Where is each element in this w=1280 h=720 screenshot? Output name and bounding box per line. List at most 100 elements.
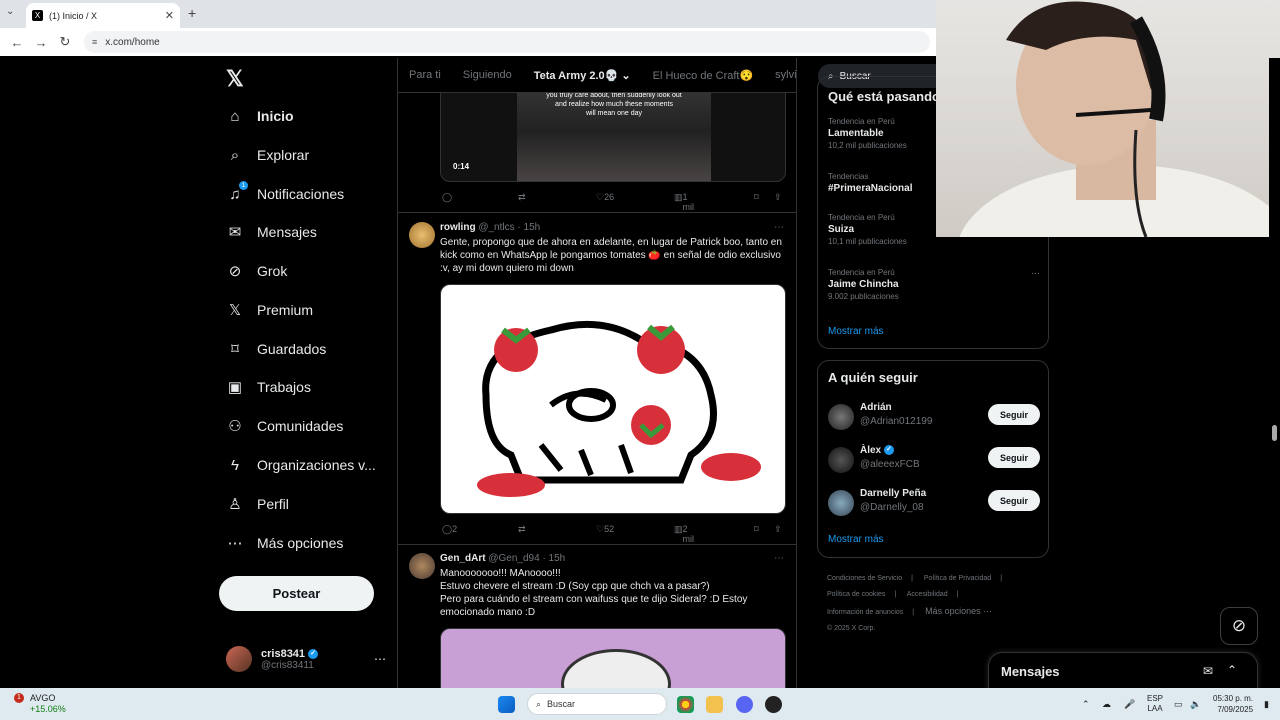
trends-show-more-link[interactable]: Mostrar más <box>828 326 884 337</box>
follow-row[interactable]: Darnelly Peña @Darnelly_08 Seguir <box>828 488 1040 518</box>
more-icon[interactable]: ⋯ <box>774 222 784 233</box>
clock-time: 05:30 p. m. <box>1213 694 1254 703</box>
tweet-author-name[interactable]: Gen_dArt <box>440 553 486 564</box>
stock-widget[interactable]: 1 AVGO +15.06% <box>14 688 66 720</box>
nav-item-grok[interactable]: ⊘ Grok <box>226 255 288 287</box>
chevron-down-icon[interactable]: ⌄ <box>621 70 630 82</box>
views-icon[interactable]: ▥ 1 mil <box>674 192 694 212</box>
tweet-author-name[interactable]: rowling <box>440 222 476 233</box>
bookmark-icon[interactable]: ⌑ <box>754 192 759 203</box>
tab-teta-army[interactable]: Teta Army 2.0💀 ⌄ <box>534 69 631 82</box>
tweet-author-handle[interactable]: @_ntlcs <box>478 222 514 233</box>
account-switcher[interactable]: cris8341 ✓ @cris83411 ⋯ <box>226 643 386 675</box>
volume-icon[interactable]: 🔈 <box>1190 688 1201 720</box>
footer-more-options[interactable]: Más opciones ··· <box>925 606 992 616</box>
tab-sylville[interactable]: sylville <box>775 69 796 81</box>
footer-link[interactable]: Política de cookies <box>827 591 885 598</box>
close-tab-icon[interactable]: ✕ <box>165 9 174 22</box>
scrollbar[interactable] <box>1269 58 1280 688</box>
follow-button[interactable]: Seguir <box>988 447 1040 468</box>
stock-change: +15.06% <box>30 704 66 714</box>
trend-count: 10,1 mil publicaciones <box>828 237 907 246</box>
x-logo[interactable]: 𝕏 <box>226 66 244 92</box>
more-icon[interactable]: ⋯ <box>774 553 784 564</box>
follow-button[interactable]: Seguir <box>988 490 1040 511</box>
post-button[interactable]: Postear <box>219 576 374 611</box>
tweet-time[interactable]: · 15h <box>517 222 540 233</box>
tweet-image[interactable] <box>440 284 786 514</box>
new-tab-button[interactable]: + <box>188 5 196 21</box>
nav-item-premium[interactable]: 𝕏 Premium <box>226 294 313 326</box>
reply-icon[interactable]: ◯ <box>442 192 452 203</box>
like-icon[interactable]: ♡ 52 <box>596 524 614 535</box>
webcam-person <box>959 1 1280 237</box>
follow-row[interactable]: Àlex ✓ @aleeexFCB Seguir <box>828 445 1040 475</box>
tweet-image[interactable] <box>440 628 786 688</box>
follow-row[interactable]: Adrián @Adrian012199 Seguir <box>828 402 1040 432</box>
follow-show-more-link[interactable]: Mostrar más <box>828 534 884 545</box>
more-icon[interactable]: ⋯ <box>374 652 386 666</box>
tweet-author-handle[interactable]: @Gen_d94 <box>488 553 539 564</box>
footer-link[interactable]: Accesibilidad <box>907 591 948 598</box>
language-indicator[interactable]: ESP LAA <box>1147 688 1163 720</box>
footer-link[interactable]: Política de Privacidad <box>924 575 991 582</box>
bookmark-icon[interactable]: ⌑ <box>754 524 759 535</box>
views-icon[interactable]: ▥ 2 mil <box>674 524 694 544</box>
avatar[interactable] <box>409 222 435 248</box>
reply-icon[interactable]: ◯ 2 <box>442 524 457 535</box>
site-info-icon[interactable]: ≡ <box>92 37 97 47</box>
messages-drawer[interactable]: Mensajes ✉ ⌃ <box>988 652 1258 690</box>
share-icon[interactable]: ⇪ <box>774 192 782 203</box>
repost-icon[interactable]: ⇄ <box>518 192 526 203</box>
app-icon[interactable] <box>765 696 782 713</box>
repost-icon[interactable]: ⇄ <box>518 524 526 535</box>
nav-item-más-opciones[interactable]: ⋯ Más opciones <box>226 527 344 559</box>
footer-link[interactable]: Condiciones de Servicio <box>827 575 902 582</box>
nav-item-label: Grok <box>257 263 288 279</box>
nav-item-trabajos[interactable]: ▣ Trabajos <box>226 371 311 403</box>
file-explorer-icon[interactable] <box>706 696 723 713</box>
trend-item[interactable]: Tendencia en Perú Jaime Chincha 9.002 pu… <box>828 268 1040 301</box>
onedrive-icon[interactable]: ☁ <box>1102 688 1111 720</box>
like-icon[interactable]: ♡ 26 <box>596 192 614 203</box>
nav-item-inicio[interactable]: ⌂ Inicio <box>226 100 293 132</box>
follow-button[interactable]: Seguir <box>988 404 1040 425</box>
nav-item-organizaciones-v[interactable]: ϟ Organizaciones v... <box>226 449 376 481</box>
chrome-icon[interactable] <box>677 696 694 713</box>
clock[interactable]: 05:30 p. m. 7/09/2025 <box>1213 688 1253 720</box>
video-player[interactable]: you truly care about, then suddenly look… <box>440 78 786 182</box>
network-icon[interactable]: ▭ <box>1174 688 1183 720</box>
share-icon[interactable]: ⇪ <box>774 524 782 535</box>
profile-handle: @cris83411 <box>261 659 314 671</box>
nav-item-explorar[interactable]: ⌕ Explorar <box>226 139 309 171</box>
mic-icon[interactable]: 🎤 <box>1124 688 1135 720</box>
scrollbar-thumb[interactable] <box>1272 425 1277 441</box>
footer-link[interactable]: Información de anuncios <box>827 609 903 616</box>
tab-search-icon[interactable]: ⌄ <box>6 6 14 17</box>
forward-icon[interactable]: → <box>34 35 48 50</box>
nav-item-guardados[interactable]: ⌑ Guardados <box>226 333 326 365</box>
tab-hueco-de-craft[interactable]: El Hueco de Craft😯 <box>653 69 754 82</box>
start-icon[interactable] <box>498 696 515 713</box>
tab-siguiendo[interactable]: Siguiendo <box>463 69 512 81</box>
more-icon[interactable]: ⋯ <box>1031 268 1040 279</box>
avatar[interactable] <box>409 553 435 579</box>
url-field[interactable]: ≡ x.com/home <box>84 31 930 53</box>
expand-icon[interactable]: ⌃ <box>1227 663 1237 677</box>
back-icon[interactable]: ← <box>10 35 24 50</box>
nav-item-mensajes[interactable]: ✉ Mensajes <box>226 216 317 248</box>
tray-overflow-icon[interactable]: ⌃ <box>1082 688 1090 720</box>
nav-item-comunidades[interactable]: ⚇ Comunidades <box>226 410 343 442</box>
trends-heading: Qué está pasando <box>828 89 940 104</box>
new-message-icon[interactable]: ✉ <box>1203 664 1213 678</box>
tweet-time[interactable]: · 15h <box>542 553 565 564</box>
taskbar-search[interactable]: ⌕ Buscar <box>527 693 667 715</box>
grok-float-button[interactable]: ⊘ <box>1220 607 1258 645</box>
notifications-icon[interactable]: ▮ <box>1264 688 1269 720</box>
reload-icon[interactable]: ↻ <box>58 34 72 50</box>
nav-item-notificaciones[interactable]: ♫ 1 Notificaciones <box>226 178 344 210</box>
discord-icon[interactable] <box>736 696 753 713</box>
tab-para-ti[interactable]: Para ti <box>409 69 441 81</box>
nav-item-perfil[interactable]: ♙ Perfil <box>226 488 289 520</box>
browser-tab[interactable]: X (1) Inicio / X ✕ <box>26 3 180 28</box>
